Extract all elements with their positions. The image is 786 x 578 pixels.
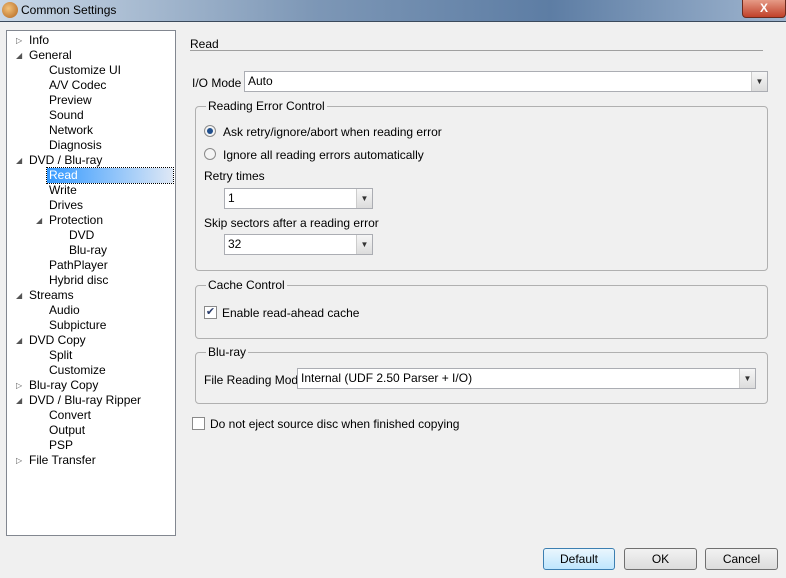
tree-item[interactable]: Protection	[49, 213, 103, 228]
tree-item[interactable]: Audio	[49, 303, 80, 318]
file-reading-mode-label: File Reading Mode	[204, 373, 305, 387]
radio-ignore-errors-label[interactable]: Ignore all reading errors automatically	[223, 148, 424, 162]
tree-item[interactable]: DVD / Blu-ray Ripper	[29, 393, 141, 408]
skip-sectors-select[interactable]: 32 ▼	[224, 234, 373, 255]
tree-item[interactable]: Preview	[49, 93, 92, 108]
tree-item[interactable]: Split	[49, 348, 72, 363]
tree-item[interactable]: Info	[29, 33, 49, 48]
io-mode-value: Auto	[248, 74, 273, 88]
chevron-down-icon[interactable]: ▼	[356, 235, 372, 254]
radio-ask-retry-label[interactable]: Ask retry/ignore/abort when reading erro…	[223, 125, 442, 139]
file-reading-mode-select[interactable]: Internal (UDF 2.50 Parser + I/O) ▼	[297, 368, 756, 389]
tree-item[interactable]: General	[29, 48, 72, 63]
collapsed-arrow-icon[interactable]: ▷	[16, 456, 22, 465]
expanded-arrow-icon[interactable]: ◢	[36, 216, 42, 225]
expanded-arrow-icon[interactable]: ◢	[16, 336, 22, 345]
tree-item[interactable]: DVD Copy	[29, 333, 86, 348]
close-button[interactable]: X	[742, 0, 786, 18]
expanded-arrow-icon[interactable]: ◢	[16, 51, 22, 60]
app-icon	[2, 2, 18, 18]
collapsed-arrow-icon[interactable]: ▷	[16, 381, 22, 390]
divider	[190, 50, 763, 51]
tree-item[interactable]: File Transfer	[29, 453, 96, 468]
tree-item[interactable]: Read	[46, 167, 174, 184]
chevron-down-icon[interactable]: ▼	[739, 369, 755, 388]
tree-item[interactable]: Blu-ray	[69, 243, 107, 258]
tree-item[interactable]: Customize	[49, 363, 106, 378]
tree-item[interactable]: Streams	[29, 288, 74, 303]
title-bar: Common Settings X	[0, 0, 786, 22]
retry-times-value: 1	[228, 191, 235, 205]
file-reading-mode-value: Internal (UDF 2.50 Parser + I/O)	[301, 371, 473, 385]
read-ahead-label[interactable]: Enable read-ahead cache	[222, 306, 359, 320]
ok-button[interactable]: OK	[624, 548, 697, 570]
expanded-arrow-icon[interactable]: ◢	[16, 156, 22, 165]
section-title: Read	[190, 37, 219, 51]
skip-sectors-value: 32	[228, 237, 242, 251]
retry-times-label: Retry times	[204, 169, 265, 183]
tree-item[interactable]: A/V Codec	[49, 78, 106, 93]
io-mode-select[interactable]: Auto ▼	[244, 71, 768, 92]
tree-item[interactable]: Hybrid disc	[49, 273, 108, 288]
tree-item[interactable]: Network	[49, 123, 93, 138]
no-eject-label[interactable]: Do not eject source disc when finished c…	[210, 417, 459, 431]
tree-item[interactable]: Output	[49, 423, 85, 438]
chevron-down-icon[interactable]: ▼	[751, 72, 767, 91]
cancel-button[interactable]: Cancel	[705, 548, 778, 570]
tree-item[interactable]: Write	[49, 183, 77, 198]
tree-item[interactable]: Diagnosis	[49, 138, 102, 153]
group-title: Blu-ray	[206, 345, 249, 359]
default-button[interactable]: Default	[543, 548, 615, 570]
tree-item[interactable]: PSP	[49, 438, 73, 453]
retry-times-select[interactable]: 1 ▼	[224, 188, 373, 209]
expanded-arrow-icon[interactable]: ◢	[16, 396, 22, 405]
group-title: Reading Error Control	[206, 99, 327, 113]
tree-item[interactable]: DVD / Blu-ray	[29, 153, 102, 168]
chevron-down-icon[interactable]: ▼	[356, 189, 372, 208]
window-title: Common Settings	[21, 3, 117, 17]
read-ahead-checkbox[interactable]: ✔	[204, 306, 217, 319]
tree-item[interactable]: DVD	[69, 228, 94, 243]
tree-item[interactable]: Drives	[49, 198, 83, 213]
tree-item[interactable]: Customize UI	[49, 63, 121, 78]
settings-tree[interactable]: ▷ Info ◢ General Customize UI A/V Codec Previe…	[6, 30, 176, 536]
skip-sectors-label: Skip sectors after a reading error	[204, 216, 379, 230]
tree-item[interactable]: Sound	[49, 108, 84, 123]
io-mode-label: I/O Mode	[192, 76, 242, 90]
tree-item[interactable]: PathPlayer	[49, 258, 108, 273]
radio-ask-retry[interactable]	[204, 125, 216, 137]
no-eject-checkbox[interactable]	[192, 417, 205, 430]
radio-ignore-errors[interactable]	[204, 148, 216, 160]
group-title: Cache Control	[206, 278, 287, 292]
expanded-arrow-icon[interactable]: ◢	[16, 291, 22, 300]
tree-item[interactable]: Convert	[49, 408, 91, 423]
collapsed-arrow-icon[interactable]: ▷	[16, 36, 22, 45]
tree-item[interactable]: Blu-ray Copy	[29, 378, 98, 393]
tree-item[interactable]: Subpicture	[49, 318, 106, 333]
